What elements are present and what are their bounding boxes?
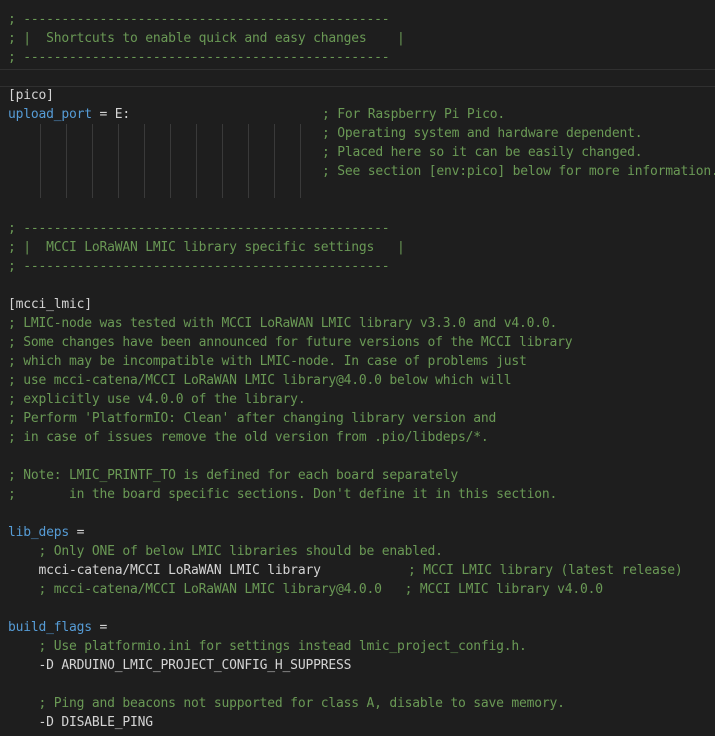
code-line[interactable]: ; --------------------------------------… — [8, 10, 715, 29]
code-line[interactable]: ; use mcci-catena/MCCI LoRaWAN LMIC libr… — [8, 371, 715, 390]
code-line[interactable] — [8, 599, 715, 618]
code-line[interactable] — [8, 181, 715, 200]
code-line[interactable]: ; --------------------------------------… — [8, 219, 715, 238]
indent-guide — [66, 124, 67, 198]
config-key: build_flags — [8, 620, 92, 635]
code-line[interactable]: ; mcci-catena/MCCI LoRaWAN LMIC library@… — [8, 580, 715, 599]
config-key: upload_port — [8, 107, 92, 122]
code-line[interactable]: build_flags = — [8, 618, 715, 637]
code-line[interactable]: ; explicitly use v4.0.0 of the library. — [8, 390, 715, 409]
comment-text: ; --------------------------------------… — [8, 259, 390, 274]
code-line[interactable]: lib_deps = — [8, 523, 715, 542]
code-line[interactable]: -D ARDUINO_LMIC_PROJECT_CONFIG_H_SUPPRES… — [8, 656, 715, 675]
indent-guide — [144, 124, 145, 198]
indent-guide — [300, 124, 301, 198]
indent-guide — [196, 124, 197, 198]
inline-comment: ; Operating system and hardware dependen… — [322, 126, 643, 141]
code-line[interactable]: mcci-catena/MCCI LoRaWAN LMIC library ; … — [8, 561, 715, 580]
inline-comment: ; For Raspberry Pi Pico. — [322, 107, 506, 122]
comment-text: ; Only ONE of below LMIC libraries shoul… — [8, 544, 443, 559]
comment-text: ; mcci-catena/MCCI LoRaWAN LMIC library@… — [8, 582, 604, 597]
config-key: lib_deps — [8, 525, 70, 540]
comment-text: ; | MCCI LoRaWAN LMIC library specific s… — [8, 240, 405, 255]
inline-comment: ; Placed here so it can be easily change… — [322, 145, 643, 160]
inline-comment: ; MCCI LMIC library (latest release) — [408, 563, 683, 578]
section-header: [mcci_lmic] — [8, 297, 92, 312]
code-line[interactable] — [8, 276, 715, 295]
code-line[interactable]: ; which may be incompatible with LMIC-no… — [8, 352, 715, 371]
comment-text: ; explicitly use v4.0.0 of the library. — [8, 392, 306, 407]
code-line[interactable]: ; | MCCI LoRaWAN LMIC library specific s… — [8, 238, 715, 257]
config-value: = — [69, 525, 85, 540]
code-line[interactable]: ; Some changes have been announced for f… — [8, 333, 715, 352]
indent-guide — [274, 124, 275, 198]
code-line[interactable] — [8, 504, 715, 523]
comment-text: ; in the board specific sections. Don't … — [8, 487, 558, 502]
comment-text: ; Perform 'PlatformIO: Clean' after chan… — [8, 411, 497, 426]
comment-text: ; | Shortcuts to enable quick and easy c… — [8, 31, 405, 46]
code-line[interactable] — [8, 675, 715, 694]
inline-comment: ; See section [env:pico] below for more … — [322, 164, 715, 179]
indent-guide — [40, 124, 41, 198]
config-value: = E: — [91, 107, 131, 122]
library-entry: mcci-catena/MCCI LoRaWAN LMIC library — [8, 563, 405, 578]
code-line[interactable]: ; Ping and beacons not supported for cla… — [8, 694, 715, 713]
code-line[interactable]: ; See section [env:pico] below for more … — [8, 162, 715, 181]
comment-text: ; Note: LMIC_PRINTF_TO is defined for ea… — [8, 468, 458, 483]
code-editor[interactable]: ; --------------------------------------… — [0, 0, 715, 736]
code-line[interactable]: upload_port = E: ; For Raspberry Pi Pico. — [8, 105, 715, 124]
indent-guide — [170, 124, 171, 198]
indent-guide — [92, 124, 93, 198]
code-line[interactable]: ; | Shortcuts to enable quick and easy c… — [8, 29, 715, 48]
code-line[interactable]: ; Operating system and hardware dependen… — [8, 124, 715, 143]
comment-text: ; Ping and beacons not supported for cla… — [8, 696, 565, 711]
comment-text: ; use mcci-catena/MCCI LoRaWAN LMIC libr… — [8, 373, 512, 388]
comment-text: ; in case of issues remove the old versi… — [8, 430, 489, 445]
code-line[interactable]: ; in the board specific sections. Don't … — [8, 485, 715, 504]
code-line[interactable]: ; Perform 'PlatformIO: Clean' after chan… — [8, 409, 715, 428]
code-line[interactable]: -D DISABLE_PING — [8, 713, 715, 732]
build-flag-text: -D DISABLE_PING — [8, 715, 154, 730]
code-line[interactable]: [pico] — [8, 86, 715, 105]
code-line[interactable]: ; Placed here so it can be easily change… — [8, 143, 715, 162]
section-header: [pico] — [8, 88, 54, 103]
build-flag-text: -D ARDUINO_LMIC_PROJECT_CONFIG_H_SUPPRES… — [8, 658, 352, 673]
code-line[interactable]: ; Use platformio.ini for settings instea… — [8, 637, 715, 656]
code-line[interactable] — [8, 200, 715, 219]
comment-text: ; Some changes have been announced for f… — [8, 335, 573, 350]
config-value: = — [91, 620, 108, 635]
code-line[interactable]: [mcci_lmic] — [8, 295, 715, 314]
indent-guide — [248, 124, 249, 198]
code-line[interactable]: ; Only ONE of below LMIC libraries shoul… — [8, 542, 715, 561]
code-line[interactable]: ; LMIC-node was tested with MCCI LoRaWAN… — [8, 314, 715, 333]
comment-text: ; --------------------------------------… — [8, 12, 390, 27]
code-line[interactable]: ; --------------------------------------… — [8, 48, 715, 67]
code-line[interactable]: ; Note: LMIC_PRINTF_TO is defined for ea… — [8, 466, 715, 485]
code-line[interactable]: ; in case of issues remove the old versi… — [8, 428, 715, 447]
comment-text: ; --------------------------------------… — [8, 221, 390, 236]
code-line[interactable]: ; --------------------------------------… — [8, 257, 715, 276]
comment-text: ; Use platformio.ini for settings instea… — [8, 639, 527, 654]
indent-guide — [222, 124, 223, 198]
comment-text: ; which may be incompatible with LMIC-no… — [8, 354, 527, 369]
code-line[interactable] — [8, 67, 715, 86]
code-line[interactable] — [8, 447, 715, 466]
indent-guide — [118, 124, 119, 198]
comment-text: ; LMIC-node was tested with MCCI LoRaWAN… — [8, 316, 558, 331]
comment-text: ; --------------------------------------… — [8, 50, 390, 65]
